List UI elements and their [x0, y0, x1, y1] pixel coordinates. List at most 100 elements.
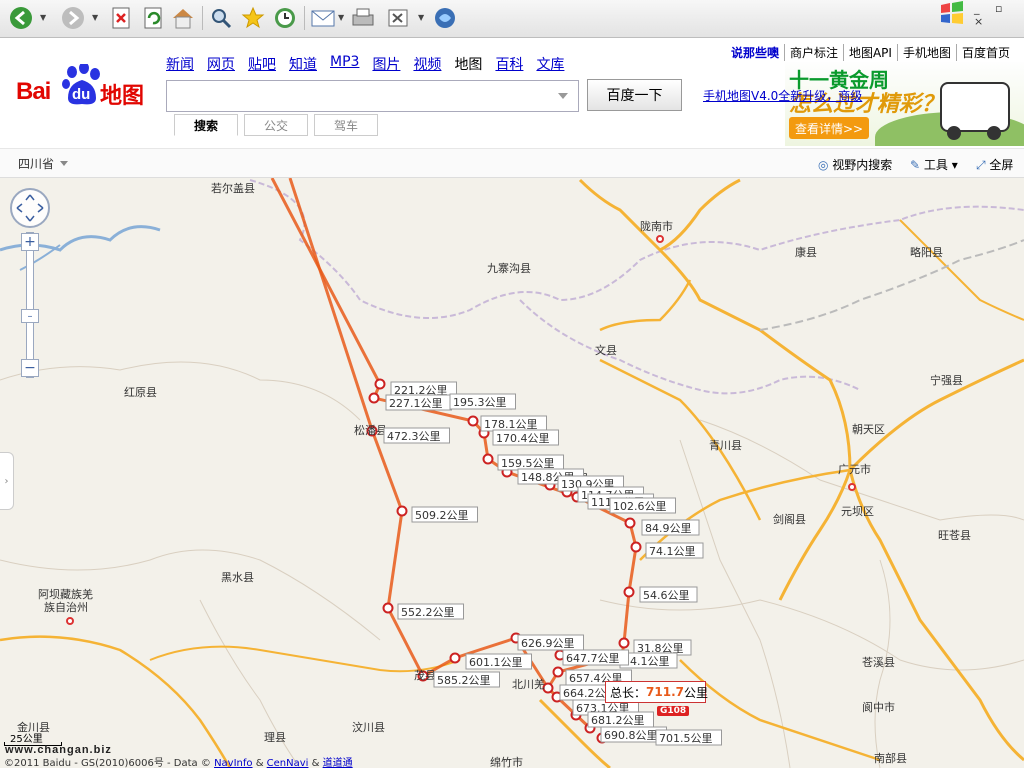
route-waypoint[interactable] [630, 541, 642, 553]
search-button[interactable]: 百度一下 [587, 79, 682, 111]
nav-wenku[interactable]: 文库 [536, 54, 564, 74]
tools-menu[interactable]: ✎ 工具 ▾ [910, 156, 958, 173]
toplink-user[interactable]: 说那些噢 [726, 44, 784, 61]
map-canvas[interactable]: 若尔盖县 陇南市 九寨沟县 康县 略阳县 文县 红原县 宁强县 朝天区 青川县 广元市 剑阁县 元坝区旺… [0, 178, 1024, 768]
cennavi-link[interactable]: CenNavi [267, 758, 309, 769]
route-label-text: 159.5公里 [501, 457, 555, 470]
viewport-search-tool[interactable]: ◎ 视野内搜索 [818, 156, 892, 173]
route-waypoint[interactable] [482, 453, 494, 465]
back-arrow-icon[interactable] [8, 5, 34, 31]
forward-dropdown-icon[interactable]: ▼ [92, 13, 98, 22]
edit-icon[interactable] [386, 5, 412, 31]
stop-icon[interactable] [108, 5, 134, 31]
zoom-slider-track[interactable] [26, 232, 34, 378]
route-distance-label: 472.3公里 [383, 427, 450, 444]
nav-web[interactable]: 网页 [207, 54, 235, 74]
zoom-out-button[interactable]: − [21, 359, 39, 377]
route-waypoint[interactable] [624, 517, 636, 529]
logo-ditu: 地图 [100, 84, 145, 109]
total-length-box: 总长： 711.7 公里 [605, 681, 708, 703]
nav-mp3[interactable]: MP3 [330, 54, 359, 74]
route-waypoint[interactable] [467, 415, 479, 427]
place-label: 九寨沟县 [487, 261, 531, 275]
route-distance-label: 681.2公里 [587, 711, 654, 728]
toplink-api[interactable]: 地图API [842, 44, 897, 61]
product-nav: 新闻 网页 贴吧 知道 MP3 图片 视频 地图 百科 文库 [166, 54, 577, 74]
nav-images[interactable]: 图片 [372, 54, 400, 74]
zoom-in-button[interactable]: + [21, 233, 39, 251]
toplink-home[interactable]: 百度首页 [955, 44, 1015, 61]
daodaotong-link[interactable]: 道道通 [323, 758, 353, 769]
tab-drive[interactable]: 驾车 [314, 114, 378, 136]
map-svg: 若尔盖县陇南市九寨沟县 康县 略阳县文县红原县 宁强县朝天区青川县广元市剑阁县 元坝区旺… [0, 178, 1024, 768]
route-label-text: 24.1公里 [623, 655, 670, 668]
nav-news[interactable]: 新闻 [166, 54, 194, 74]
route-label-text: 102.6公里 [613, 500, 667, 513]
fullscreen-tool[interactable]: ⤢ 全屏 [976, 156, 1013, 173]
route-distance-label: 54.6公里 [639, 586, 698, 603]
place-label: 宁强县 [930, 373, 963, 387]
mail-dropdown-icon[interactable]: ▼ [338, 13, 344, 22]
route-label-text: 178.1公里 [484, 418, 538, 431]
toplink-merchant[interactable]: 商户标注 [783, 44, 843, 61]
route-waypoint[interactable] [382, 602, 394, 614]
refresh-icon[interactable] [140, 5, 166, 31]
print-icon[interactable] [350, 5, 376, 31]
highway [659, 178, 741, 252]
toplink-mobile[interactable]: 手机地图 [896, 44, 956, 61]
route-waypoint[interactable] [552, 666, 564, 678]
total-length-value: 711.7 [646, 685, 684, 699]
route-label-text: 690.8公里 [604, 729, 658, 742]
mail-icon[interactable] [310, 5, 336, 31]
tab-bus[interactable]: 公交 [244, 114, 308, 136]
place-label: 康县 [795, 245, 817, 259]
nav-baike[interactable]: 百科 [495, 54, 523, 74]
search-dropdown-icon[interactable] [558, 93, 568, 99]
route-distance-label: 84.9公里 [641, 519, 700, 536]
nav-zhidao[interactable]: 知道 [289, 54, 317, 74]
route-label-text: 509.2公里 [415, 509, 469, 522]
route-waypoint[interactable] [618, 637, 630, 649]
edit-dropdown-icon[interactable]: ▼ [418, 13, 424, 22]
nav-video[interactable]: 视频 [413, 54, 441, 74]
logo-du: du [72, 86, 91, 103]
messenger-icon[interactable] [432, 5, 458, 31]
route-waypoint[interactable] [396, 505, 408, 517]
pan-control[interactable] [10, 188, 50, 228]
place-label: 理县 [264, 731, 286, 744]
route-distance-label: 170.4公里 [492, 429, 559, 446]
route-waypoint[interactable] [623, 586, 635, 598]
route-distance-label: 509.2公里 [411, 506, 478, 523]
mobile-map-link[interactable]: 手机地图V4.0全新升级，商级 [703, 87, 862, 104]
promo-banner[interactable]: 十一黄金周 怎么过才精彩？ 查看详情>> [785, 62, 1024, 146]
search-icon[interactable] [208, 5, 234, 31]
zoom-slider-handle[interactable]: – [21, 309, 39, 323]
tab-search[interactable]: 搜索 [174, 114, 238, 136]
place-label: 汶川县 [352, 720, 385, 734]
banner-car-image [940, 82, 1010, 140]
route-label-text: 84.9公里 [645, 522, 692, 535]
nav-tieba[interactable]: 贴吧 [248, 54, 276, 74]
search-input[interactable] [166, 80, 579, 112]
place-label: 广元市 [838, 462, 871, 476]
window-controls[interactable]: _ ▫ × [974, 2, 1024, 28]
favorites-star-icon[interactable] [240, 5, 266, 31]
highway [899, 219, 1024, 321]
province-selector[interactable]: 四川省 [18, 155, 68, 172]
route-distance-label: 701.5公里 [655, 729, 722, 746]
navinfo-link[interactable]: NavInfo [214, 758, 252, 769]
route-label-text: 626.9公里 [521, 637, 575, 650]
route-waypoint[interactable] [374, 378, 386, 390]
baidu-map-logo[interactable]: Bai du 地图 [16, 64, 156, 110]
nav-map[interactable]: 地图 [454, 54, 482, 74]
route-distance-label: 601.1公里 [465, 653, 532, 670]
history-icon[interactable] [272, 5, 298, 31]
route-waypoint[interactable] [368, 392, 380, 404]
total-length-unit: 公里 [683, 685, 708, 700]
route-waypoint[interactable] [449, 652, 461, 664]
home-icon[interactable] [170, 5, 196, 31]
banner-details-button[interactable]: 查看详情>> [789, 117, 869, 139]
side-panel-toggle[interactable]: › [0, 452, 14, 510]
back-dropdown-icon[interactable]: ▼ [40, 13, 46, 22]
forward-arrow-icon[interactable] [60, 5, 86, 31]
